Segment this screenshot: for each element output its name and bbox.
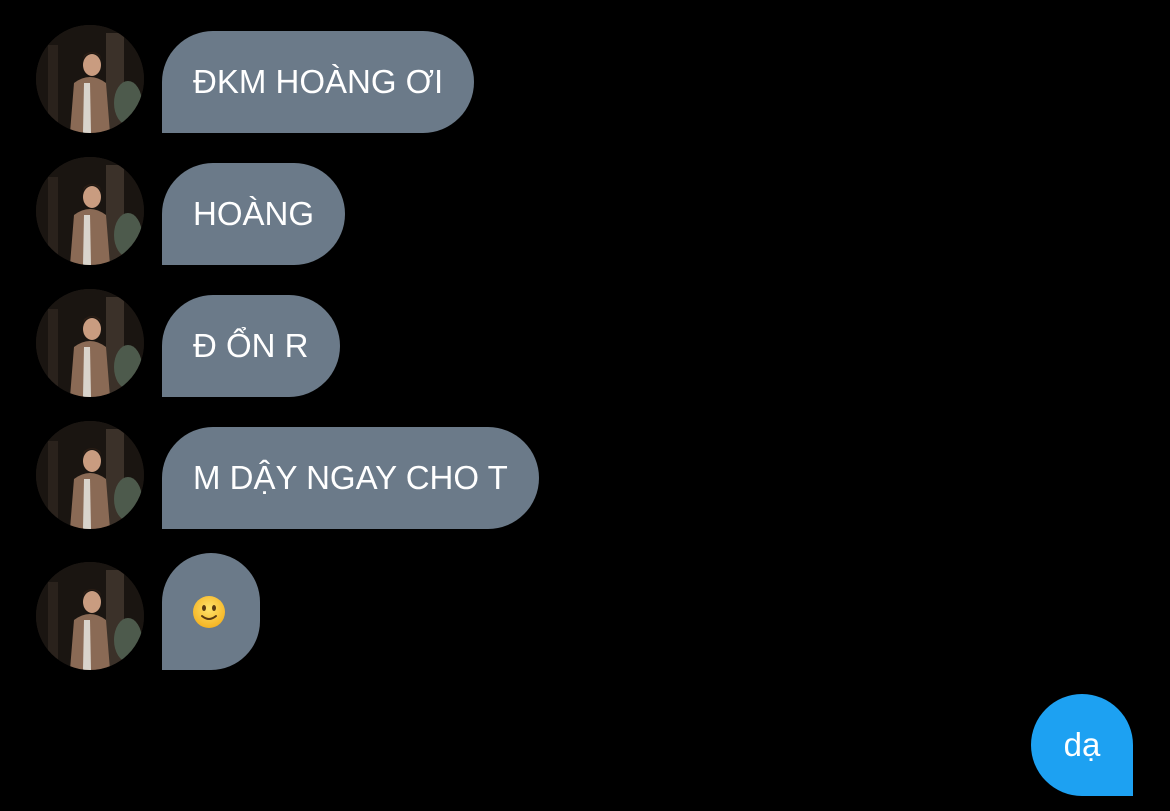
message-bubble-outgoing[interactable]: dạ: [1031, 694, 1133, 796]
avatar-photo-icon: [36, 157, 144, 265]
sender-avatar[interactable]: [36, 421, 144, 529]
message-text: Đ ỔN R: [193, 327, 309, 364]
avatar-photo-icon: [36, 25, 144, 133]
avatar-photo-icon: [36, 562, 144, 670]
message-text: ĐKM HOÀNG ƠI: [193, 63, 444, 100]
avatar-photo-icon: [36, 421, 144, 529]
message-bubble-incoming[interactable]: [162, 553, 260, 670]
message-text: HOÀNG: [193, 195, 315, 232]
message-bubble-incoming[interactable]: HOÀNG: [162, 163, 346, 265]
sender-avatar[interactable]: [36, 157, 144, 265]
message-bubble-incoming[interactable]: ĐKM HOÀNG ƠI: [162, 31, 475, 133]
message-text: M DẬY NGAY CHO T: [193, 459, 508, 496]
sender-avatar[interactable]: [36, 289, 144, 397]
slightly-smiling-face-icon: [193, 596, 225, 629]
message-text: dạ: [1063, 726, 1101, 763]
message-bubble-incoming[interactable]: M DẬY NGAY CHO T: [162, 427, 539, 529]
sender-avatar[interactable]: [36, 562, 144, 670]
avatar-photo-icon: [36, 289, 144, 397]
message-bubble-incoming[interactable]: Đ ỔN R: [162, 295, 340, 397]
sender-avatar[interactable]: [36, 25, 144, 133]
